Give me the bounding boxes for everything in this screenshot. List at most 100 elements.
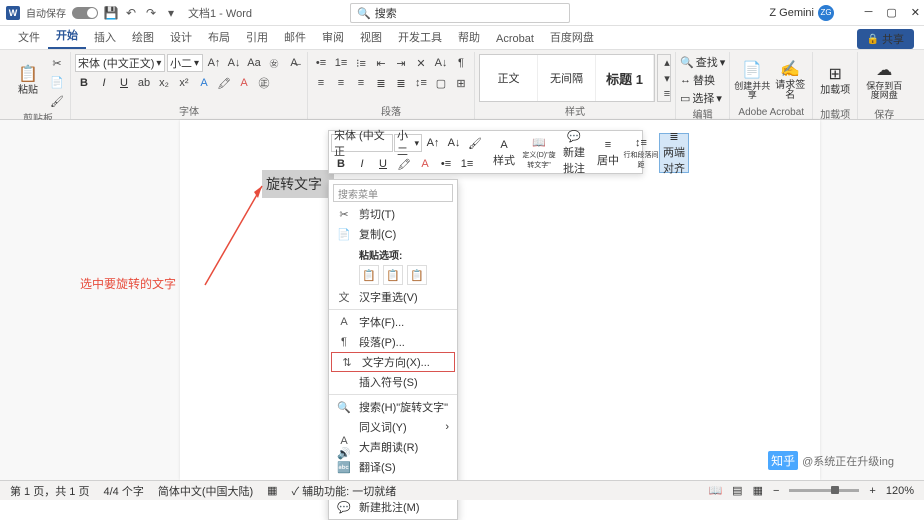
tab-references[interactable]: 引用 [238,25,276,49]
selected-text[interactable]: 旋转文字 [262,170,334,198]
tab-view[interactable]: 视图 [352,25,390,49]
view-web-icon[interactable]: ▦ [753,484,763,497]
style-normal[interactable]: 正文 [480,55,538,101]
redo-icon[interactable]: ↷ [144,6,158,20]
phonetic-icon[interactable]: ㊛ [265,54,283,72]
close-button[interactable]: ✕ [911,6,920,19]
find-button[interactable]: 🔍查找▾ [680,54,725,70]
copy-icon[interactable]: 📄 [48,73,66,91]
ctx-font[interactable]: A字体(F)... [329,312,457,332]
mini-define-button[interactable]: 📖定义(D)"旋转文字" [519,133,559,173]
underline-icon[interactable]: U [115,74,133,92]
mini-linespacing-button[interactable]: ↕≡行和段落间距 [623,133,659,173]
ctx-new-comment[interactable]: 💬新建批注(M) [329,497,457,517]
show-marks-icon[interactable]: ¶ [452,54,470,72]
sort-icon[interactable]: A↓ [432,54,450,72]
mini-bold-icon[interactable]: B [331,154,351,174]
tab-layout[interactable]: 布局 [200,25,238,49]
addins-button[interactable]: ⊞加载项 [817,54,853,106]
tab-review[interactable]: 审阅 [314,25,352,49]
justify-icon[interactable]: ≣ [372,74,390,92]
strike-icon[interactable]: ab [135,74,153,92]
styles-gallery[interactable]: 正文 无间隔 标题 1 [479,54,655,102]
zoom-slider[interactable] [789,489,859,492]
cut-icon[interactable]: ✂ [48,54,66,72]
font-name-select[interactable]: 宋体 (中文正文)▾ [75,54,165,72]
mini-numbering-icon[interactable]: 1≡ [457,154,477,174]
format-painter-icon[interactable]: 🖌 [48,92,66,110]
styles-down-icon[interactable]: ▾ [658,71,676,86]
bold-icon[interactable]: B [75,74,93,92]
mini-highlight-icon[interactable]: 🖍 [394,154,414,174]
numbering-icon[interactable]: 1≡ [332,54,350,72]
mini-center-button[interactable]: ≡居中 [593,133,623,173]
font-size-select[interactable]: 小二▾ [167,54,203,72]
ctx-chinese-reselect[interactable]: 文汉字重选(V) [329,287,457,307]
tab-developer[interactable]: 开发工具 [390,25,450,49]
mini-styles-button[interactable]: A样式 [489,133,519,173]
ctx-cut[interactable]: ✂剪切(T) [329,204,457,224]
ctx-text-direction[interactable]: ⇅文字方向(X)... [331,352,455,372]
paste-merge-icon[interactable]: 📋 [383,265,403,285]
mini-shrink-icon[interactable]: A↓ [444,133,464,153]
accessibility-status[interactable]: ✓ 辅助功能: 一切就绪 [292,483,397,499]
font-color-icon[interactable]: A [235,74,253,92]
italic-icon[interactable]: I [95,74,113,92]
paste-button[interactable]: 📋粘贴 [10,54,46,106]
subscript-icon[interactable]: x₂ [155,74,173,92]
select-button[interactable]: ▭选择▾ [680,90,722,106]
mini-comment-button[interactable]: 💬新建批注 [559,133,589,173]
mini-justify-button[interactable]: ≣两端对齐 [659,133,689,173]
request-sign-button[interactable]: ✍请求签名 [772,54,808,106]
text-effects-icon[interactable]: A [195,74,213,92]
view-read-icon[interactable]: 📖 [708,484,722,497]
align-center-icon[interactable]: ≡ [332,74,350,92]
mini-italic-icon[interactable]: I [352,154,372,174]
align-right-icon[interactable]: ≡ [352,74,370,92]
share-button[interactable]: 🔒 共享 [857,29,914,49]
enclose-icon[interactable]: ㊣ [255,74,273,92]
tab-help[interactable]: 帮助 [450,25,488,49]
ctx-insert-symbol[interactable]: 插入符号(S) [329,372,457,392]
mini-font-select[interactable]: 宋体 (中文正 [331,134,393,152]
shrink-font-icon[interactable]: A↓ [225,54,243,72]
mini-color-icon[interactable]: A [415,154,435,174]
superscript-icon[interactable]: x² [175,74,193,92]
line-spacing-icon[interactable]: ↕≡ [412,74,430,92]
paste-text-icon[interactable]: 📋 [407,265,427,285]
styles-up-icon[interactable]: ▴ [658,55,676,70]
ctx-translate[interactable]: 🔤翻译(S) [329,457,457,477]
paste-keep-source-icon[interactable]: 📋 [359,265,379,285]
search-box[interactable]: 🔍 搜索 [350,3,570,23]
qat-dropdown-icon[interactable]: ▾ [164,6,178,20]
style-heading1[interactable]: 标题 1 [596,55,654,101]
styles-more-icon[interactable]: ≡ [658,86,676,101]
change-case-icon[interactable]: Aa [245,54,263,72]
tab-insert[interactable]: 插入 [86,25,124,49]
tab-file[interactable]: 文件 [10,25,48,49]
ctx-search-rotate[interactable]: 🔍搜索(H)"旋转文字" [329,397,457,417]
mini-painter-icon[interactable]: 🖌 [465,133,485,153]
align-left-icon[interactable]: ≡ [312,74,330,92]
ctx-search-input[interactable]: 搜索菜单 [333,184,453,202]
page[interactable]: 旋转文字 选中要旋转的文字 宋体 (中文正 小二▾ A↑ A↓ 🖌 B [180,120,820,480]
tab-draw[interactable]: 绘图 [124,25,162,49]
mini-size-select[interactable]: 小二▾ [394,134,422,152]
user-account[interactable]: Z Gemini ZG [769,5,834,21]
inc-indent-icon[interactable]: ⇥ [392,54,410,72]
clear-format-icon[interactable]: A̶ [285,54,303,72]
distributed-icon[interactable]: ≣ [392,74,410,92]
undo-icon[interactable]: ↶ [124,6,138,20]
shading-icon[interactable]: ▢ [432,74,450,92]
zoom-level[interactable]: 120% [886,485,914,497]
borders-icon[interactable]: ⊞ [452,74,470,92]
dec-indent-icon[interactable]: ⇤ [372,54,390,72]
page-indicator[interactable]: 第 1 页，共 1 页 [10,483,89,499]
ctx-paragraph[interactable]: ¶段落(P)... [329,332,457,352]
autosave-toggle[interactable] [72,7,98,19]
grow-font-icon[interactable]: A↑ [205,54,223,72]
view-print-icon[interactable]: ▤ [732,484,742,497]
asian-layout-icon[interactable]: ✕ [412,54,430,72]
maximize-button[interactable]: ▢ [886,6,896,19]
macro-icon[interactable]: ▦ [267,484,277,497]
